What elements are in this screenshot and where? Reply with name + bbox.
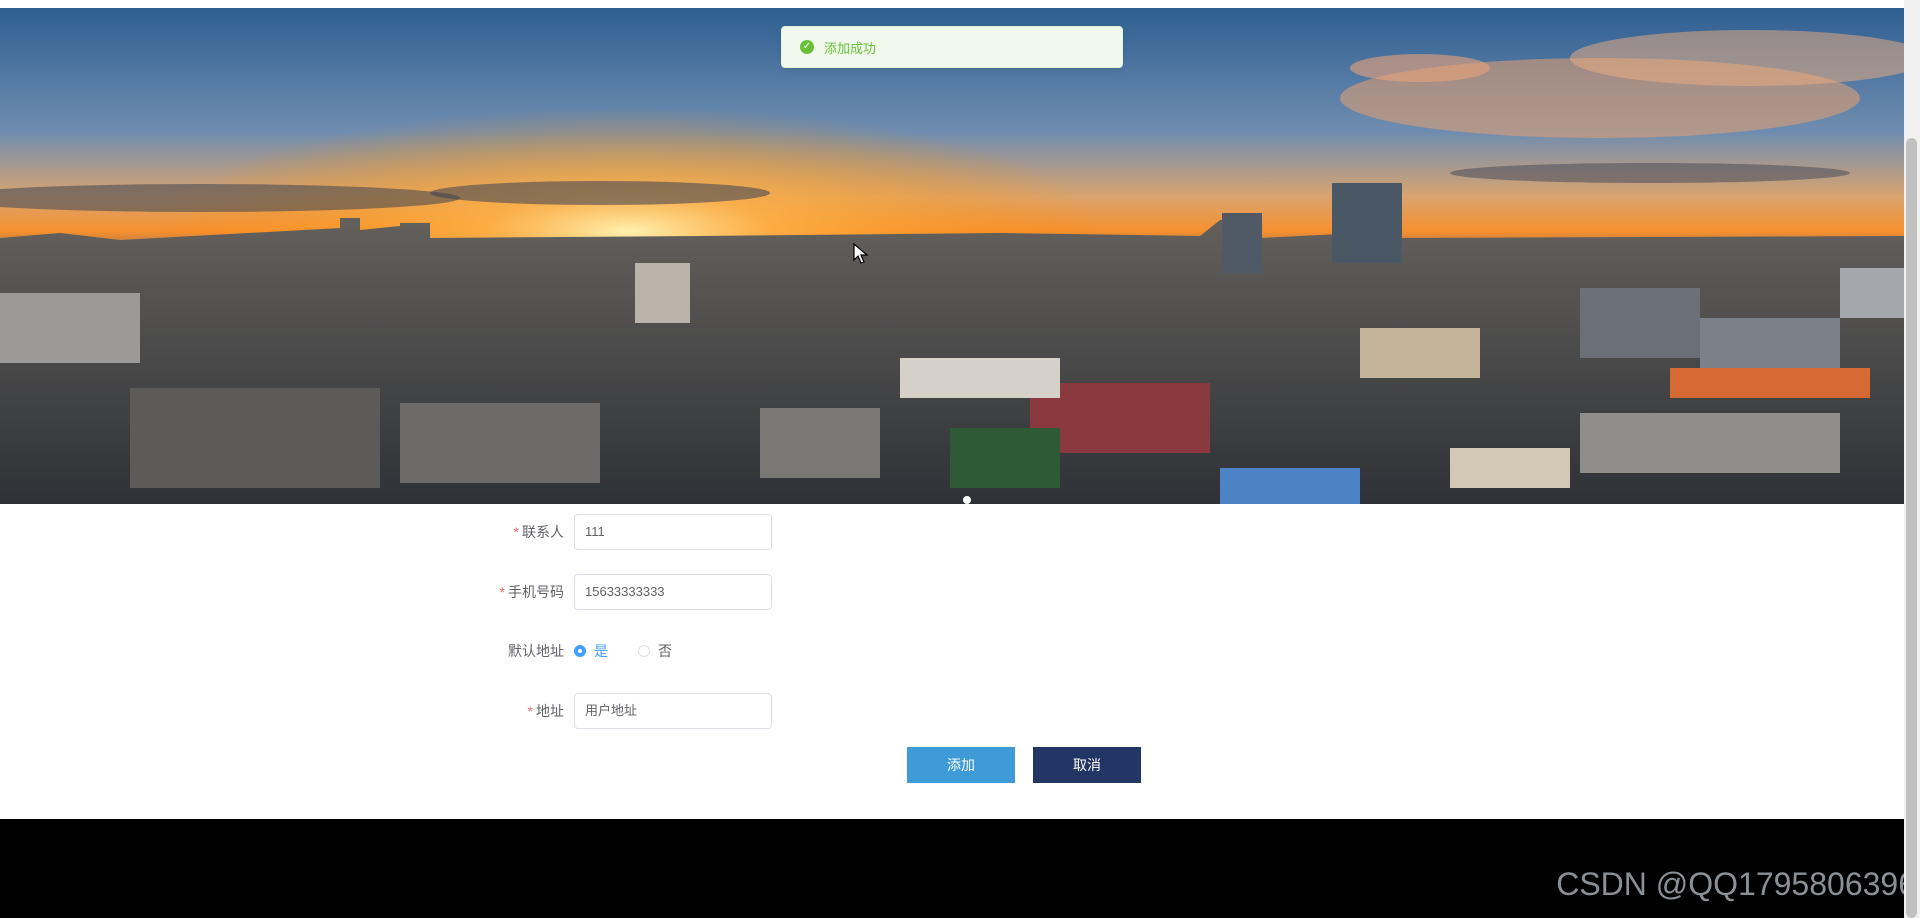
toast-message: 添加成功 [824,40,877,56]
form-item-address: * 地址 用户地址 [0,693,800,729]
address-input[interactable]: 用户地址 [574,693,772,729]
default-address-radio-group: 是 否 [574,633,702,669]
radio-yes-label: 是 [594,643,608,659]
radio-yes[interactable]: 是 [574,641,608,661]
carousel-indicator[interactable] [963,496,971,504]
add-button[interactable]: 添加 [907,747,1015,783]
top-strip [0,0,1904,8]
required-mark: * [527,703,533,719]
success-toast: ✓ 添加成功 [781,26,1123,68]
contact-label: * 联系人 [514,514,564,550]
radio-no[interactable]: 否 [638,641,672,661]
default-address-label: 默认地址 [508,643,564,659]
phone-label: * 手机号码 [500,574,564,610]
cancel-button[interactable]: 取消 [1033,747,1141,783]
phone-input[interactable]: 15633333333 [574,574,772,610]
form-item-phone: * 手机号码 15633333333 [0,574,800,610]
radio-circle-checked[interactable] [574,645,586,657]
contact-input[interactable]: 111 [574,514,772,550]
address-label-text: 地址 [536,703,564,719]
contact-label-text: 联系人 [522,524,564,540]
watermark-text: CSDN @QQ1795806396 [1556,866,1916,902]
form-item-default-address: 默认地址 是 否 [0,633,800,669]
radio-circle[interactable] [638,645,650,657]
scrollbar-thumb[interactable] [1906,138,1917,918]
address-label: * 地址 [528,693,564,729]
required-mark: * [513,524,519,540]
phone-label-text: 手机号码 [508,584,564,600]
city-skyline-image [0,8,1904,504]
check-circle-icon: ✓ [800,40,814,54]
mouse-cursor-icon [853,243,869,264]
required-mark: * [499,584,505,600]
banner-carousel[interactable] [0,8,1904,504]
form-item-contact: * 联系人 111 [0,514,800,550]
radio-no-label: 否 [658,643,672,659]
